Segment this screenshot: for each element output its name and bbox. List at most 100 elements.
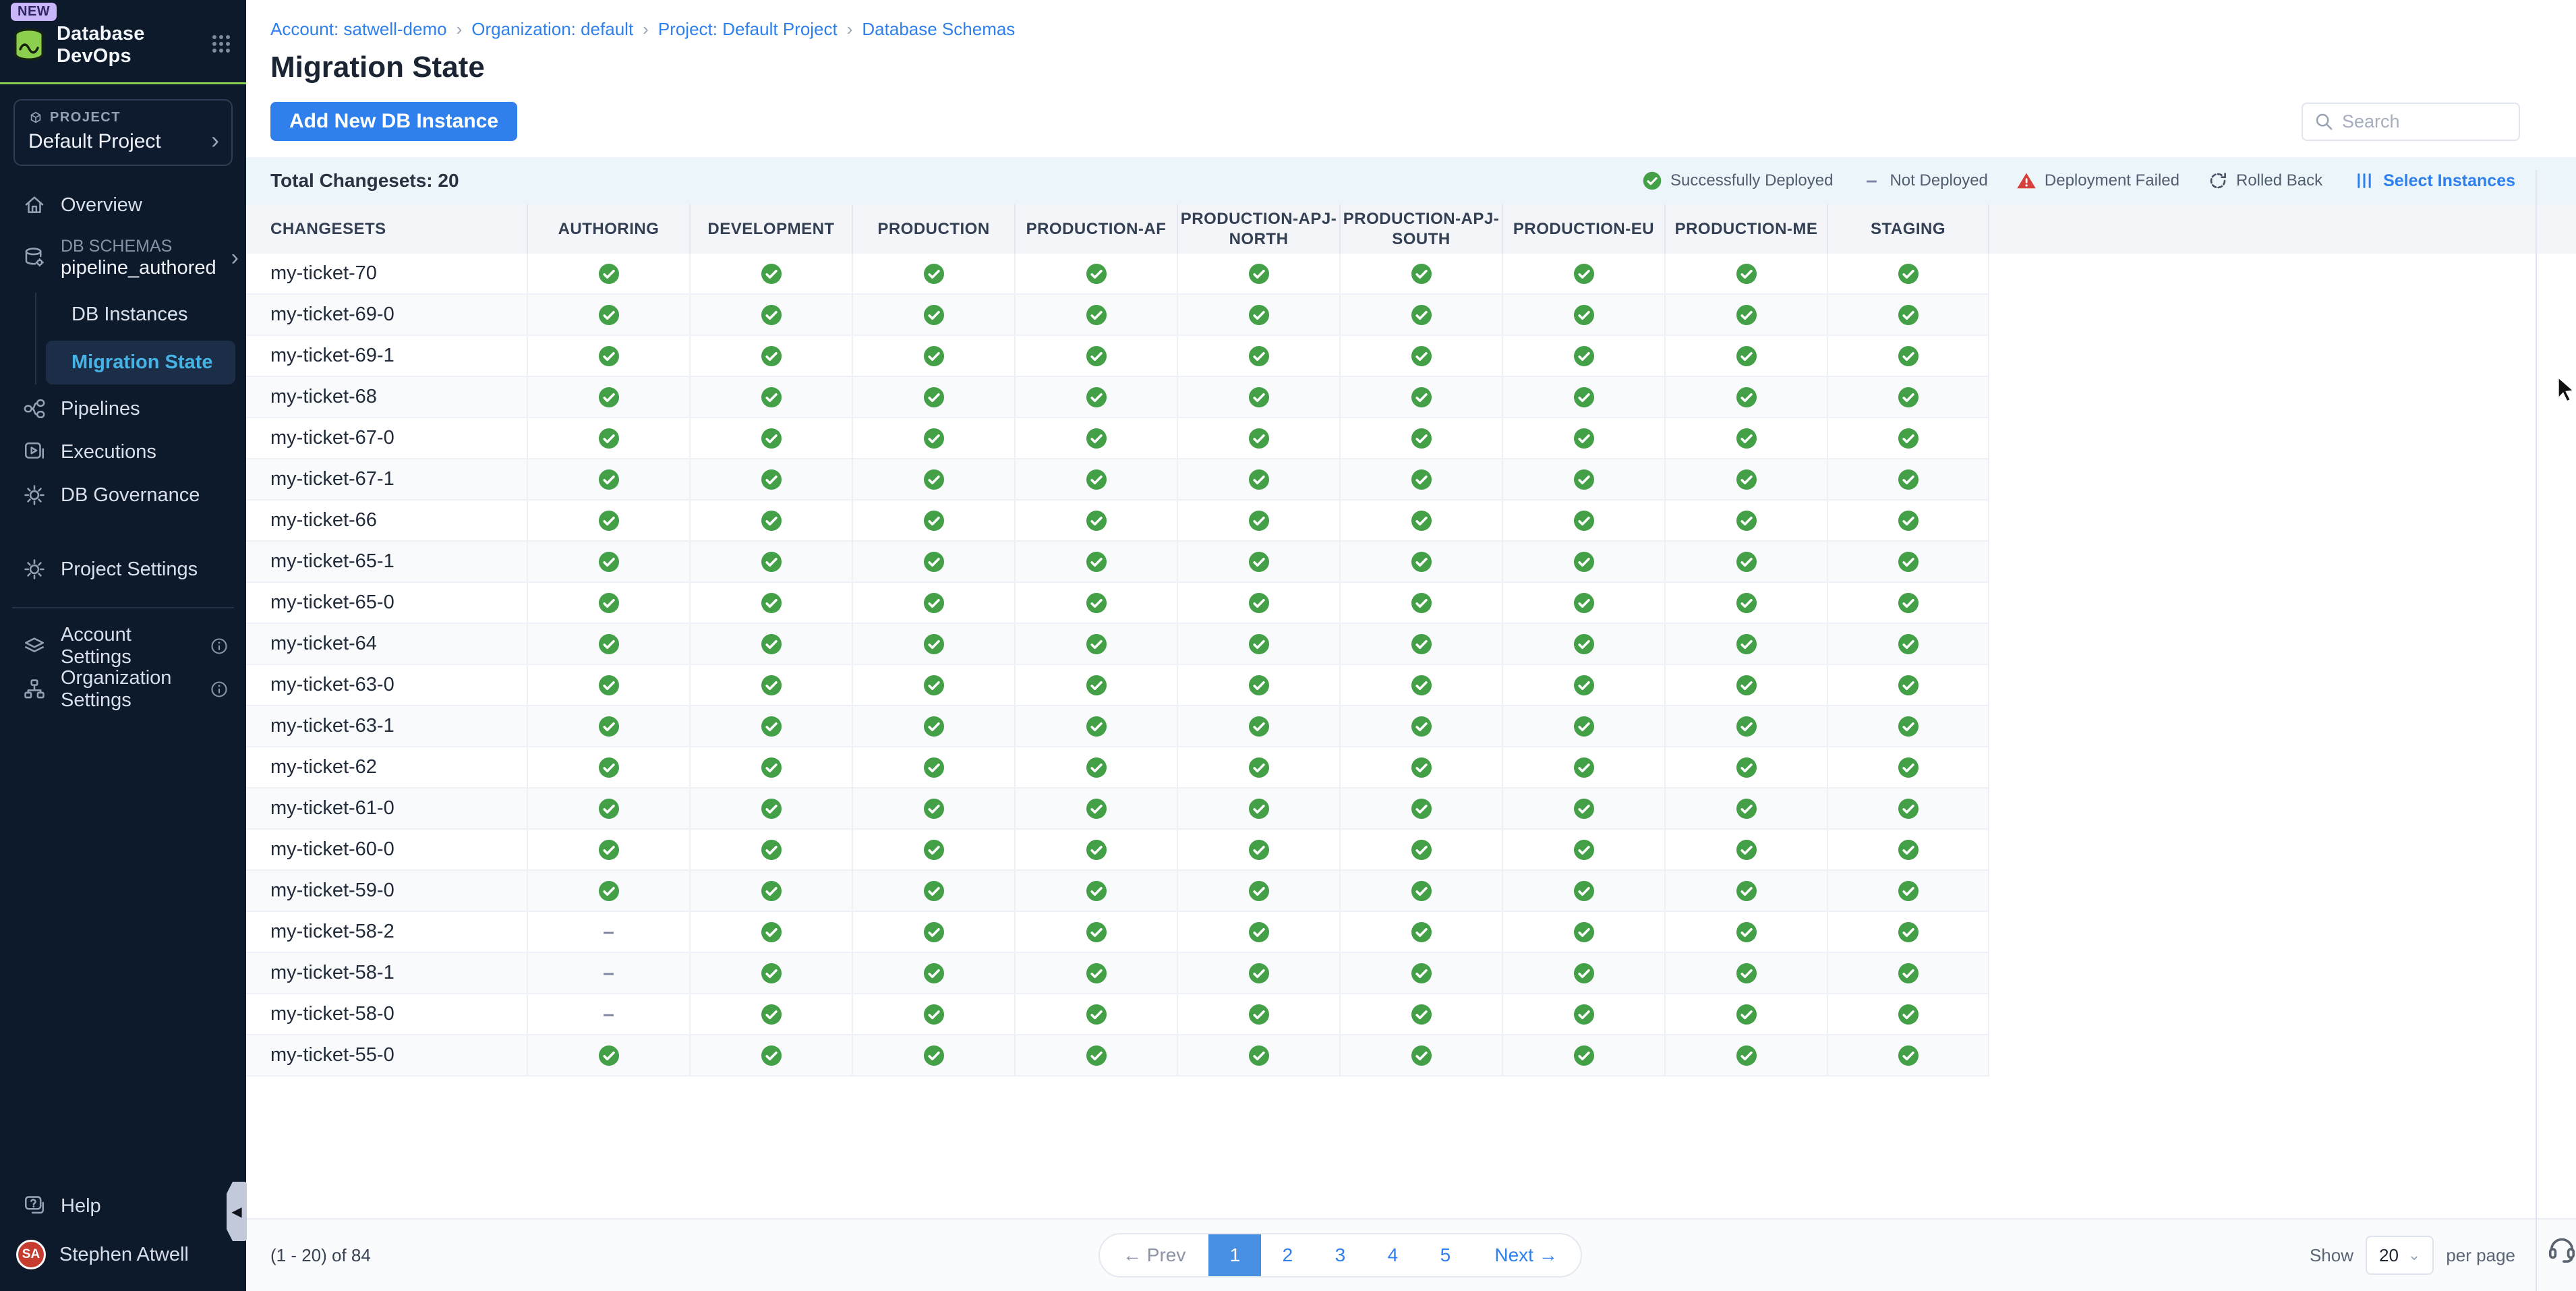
select-instances-label: Select Instances (2383, 171, 2515, 191)
table-row[interactable]: my-ticket-63-0 (246, 665, 1989, 706)
brand-divider (0, 82, 246, 84)
search-input[interactable] (2342, 111, 2508, 132)
legend-label: Not Deployed (1890, 171, 1987, 190)
status-cell (852, 912, 1014, 952)
sidebar-item-overview[interactable]: Overview (0, 183, 246, 227)
status-cell (852, 418, 1014, 458)
status-success-icon (1735, 550, 1758, 573)
status-success-icon (1897, 1003, 1920, 1026)
status-success-icon (1897, 674, 1920, 697)
status-success-icon (923, 715, 945, 738)
sidebar-item-db-instances[interactable]: DB Instances (46, 293, 235, 337)
table-row[interactable]: my-ticket-65-0 (246, 583, 1989, 624)
column-header: CHANGESETS (246, 204, 527, 254)
status-success-icon (1248, 262, 1270, 285)
table-row[interactable]: my-ticket-68 (246, 377, 1989, 418)
info-icon[interactable] (210, 680, 229, 699)
sidebar-item-account-settings[interactable]: Account Settings (0, 625, 246, 668)
sidebar-item-db-schemas[interactable]: DB SCHEMAS pipeline_authored › (0, 227, 246, 289)
table-row[interactable]: my-ticket-65-1 (246, 542, 1989, 583)
status-success-icon (1085, 509, 1108, 532)
status-cell (1664, 830, 1827, 869)
sidebar-item-project-settings[interactable]: Project Settings (0, 548, 246, 591)
prev-page-button[interactable]: ← Prev (1100, 1234, 1208, 1276)
status-cell (1827, 459, 1989, 499)
info-icon[interactable] (210, 637, 229, 656)
status-success-icon (1735, 880, 1758, 902)
column-header: DEVELOPMENT (689, 204, 852, 254)
legend-label: Rolled Back (2236, 171, 2322, 190)
table-row[interactable]: my-ticket-69-0 (246, 295, 1989, 336)
status-cell: – (527, 953, 689, 993)
status-cell (1502, 583, 1664, 623)
status-success-icon (760, 838, 783, 861)
status-success-icon (1573, 427, 1596, 450)
add-db-instance-button[interactable]: Add New DB Instance (270, 102, 517, 141)
status-cell (527, 1035, 689, 1075)
table-row[interactable]: my-ticket-67-0 (246, 418, 1989, 459)
sidebar-item-pipelines[interactable]: Pipelines (0, 387, 246, 430)
status-success-icon (1573, 715, 1596, 738)
sidebar-item-label: Pipelines (61, 398, 140, 420)
legend-item: Deployment Failed (2016, 171, 2179, 191)
table-row[interactable]: my-ticket-58-2– (246, 912, 1989, 953)
table-row[interactable]: my-ticket-64 (246, 624, 1989, 665)
page-button-1[interactable]: 1 (1208, 1234, 1261, 1276)
page-size-select[interactable]: 20 ⌄ (2366, 1236, 2434, 1275)
help-button[interactable]: Help (0, 1184, 246, 1228)
status-success-icon (923, 592, 945, 614)
table-row[interactable]: my-ticket-66 (246, 500, 1989, 542)
table-row[interactable]: my-ticket-62 (246, 747, 1989, 788)
status-cell (689, 336, 852, 376)
status-success-icon (923, 633, 945, 656)
sidebar-item-migration-state[interactable]: Migration State (46, 341, 235, 384)
status-cell (1502, 459, 1664, 499)
breadcrumb-link[interactable]: Project: Default Project (658, 19, 838, 40)
sidebar-item-db-governance[interactable]: DB Governance (0, 474, 246, 517)
status-cell (852, 994, 1014, 1034)
status-success-icon (1248, 715, 1270, 738)
sidebar-item-organization-settings[interactable]: Organization Settings (0, 668, 246, 711)
status-success-icon (1735, 427, 1758, 450)
breadcrumb-link[interactable]: Database Schemas (862, 19, 1015, 40)
table-row[interactable]: my-ticket-60-0 (246, 830, 1989, 871)
support-headset-icon[interactable] (2546, 1233, 2576, 1264)
table-row[interactable]: my-ticket-58-0– (246, 994, 1989, 1035)
apps-grid-icon[interactable] (211, 34, 231, 57)
table-row[interactable]: my-ticket-63-1 (246, 706, 1989, 747)
status-success-icon (1410, 756, 1433, 779)
page-button-3[interactable]: 3 (1314, 1234, 1366, 1276)
table-row[interactable]: my-ticket-59-0 (246, 871, 1989, 912)
status-success-icon (597, 838, 620, 861)
status-cell (1827, 788, 1989, 828)
select-instances-button[interactable]: Select Instances (2355, 171, 2515, 191)
page-size-control: Show 20 ⌄ per page (2310, 1236, 2515, 1275)
user-menu[interactable]: SA Stephen Atwell (0, 1230, 246, 1279)
table-row[interactable]: my-ticket-58-1– (246, 953, 1989, 994)
breadcrumb-link[interactable]: Account: satwell-demo (270, 19, 447, 40)
status-cell (1339, 500, 1502, 540)
sidebar-collapse-handle[interactable]: ◀ (227, 1182, 247, 1241)
table-row[interactable]: my-ticket-69-1 (246, 336, 1989, 377)
project-switcher[interactable]: PROJECT Default Project › (13, 99, 233, 166)
sidebar-item-executions[interactable]: Executions (0, 430, 246, 474)
status-cell (689, 706, 852, 746)
table-row[interactable]: my-ticket-70 (246, 254, 1989, 295)
status-success-icon (1248, 550, 1270, 573)
table-row[interactable]: my-ticket-61-0 (246, 788, 1989, 830)
status-success-icon (1897, 468, 1920, 491)
page-button-2[interactable]: 2 (1261, 1234, 1314, 1276)
table-row[interactable]: my-ticket-55-0 (246, 1035, 1989, 1077)
sidebar-item-label: Executions (61, 441, 156, 463)
breadcrumb-link[interactable]: Organization: default (471, 19, 633, 40)
page-button-5[interactable]: 5 (1419, 1234, 1471, 1276)
table-row[interactable]: my-ticket-67-1 (246, 459, 1989, 500)
search-box[interactable] (2302, 103, 2520, 141)
content-spacer (246, 1077, 2576, 1218)
page-button-4[interactable]: 4 (1366, 1234, 1419, 1276)
status-success-icon (1897, 756, 1920, 779)
status-cell (1177, 706, 1339, 746)
next-page-button[interactable]: Next → (1471, 1234, 1580, 1276)
play-square-icon (23, 440, 46, 463)
status-success-icon (1085, 304, 1108, 326)
